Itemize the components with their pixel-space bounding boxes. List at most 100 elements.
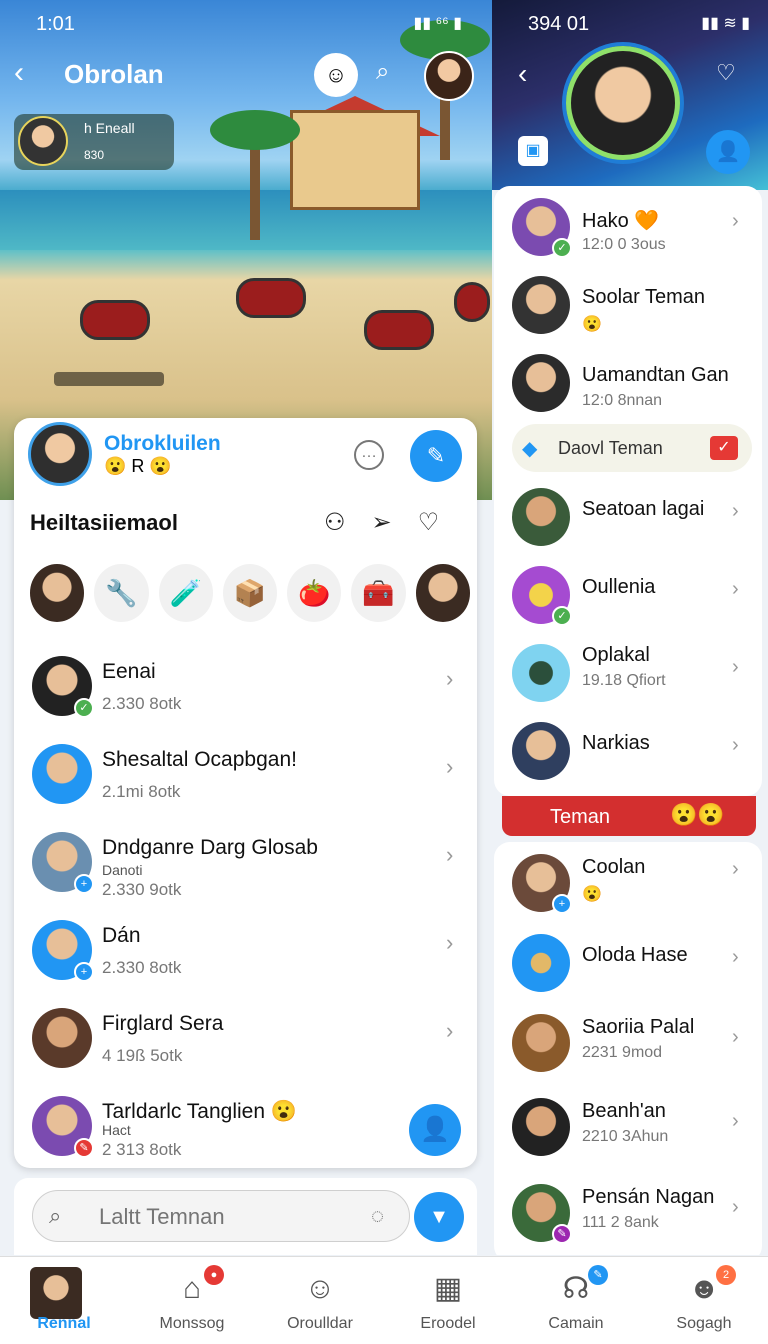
friends-card: ✓ Hako 🧡 12:0 0 3ous › Soolar Teman 😮 Ua… (494, 186, 762, 796)
chat-avatar[interactable] (28, 422, 92, 486)
status-time: 394 01 (528, 13, 590, 35)
profile-avatar[interactable] (566, 46, 680, 160)
nav-item-oroulldar[interactable]: ☺ Oroulldar (256, 1257, 384, 1344)
hud-player-score: 830 (84, 148, 105, 162)
search-icon[interactable]: ⌕ (376, 58, 410, 92)
list-item[interactable]: Uamandtan Gan 12:0 8nnan (494, 342, 762, 420)
story-item[interactable]: 🔧 (94, 564, 149, 622)
more-icon[interactable]: … (354, 440, 384, 470)
list-item[interactable]: Saoriia Palal 2231 9mod › (494, 1002, 762, 1086)
chevron-right-icon: › (732, 946, 739, 968)
contact-meta: 2.330 8otk (102, 958, 182, 977)
section-actions: ⚇ ➢ ♡ (324, 508, 439, 537)
avatar[interactable] (424, 51, 474, 101)
contact-name: Dndganre Darg Glosab (102, 836, 318, 859)
notification-badge: ✎ (588, 1265, 608, 1285)
list-item[interactable]: Soolar Teman 😮 (494, 264, 762, 342)
search-field[interactable]: ⌕ ◌ (32, 1190, 410, 1242)
list-item[interactable]: Oloda Hase › (494, 922, 762, 1002)
avatar (512, 276, 570, 334)
list-item[interactable]: ✓ Eenai 2.330 8otk › (14, 648, 477, 736)
nav-label: Camain (548, 1315, 604, 1332)
list-item[interactable]: Seatoan lagai › (494, 476, 762, 554)
list-item[interactable]: Narkias › (494, 710, 762, 788)
list-item[interactable]: ✓ Hako 🧡 12:0 0 3ous › (494, 186, 762, 264)
list-item[interactable]: ✓ Oullenia › (494, 554, 762, 632)
profile-button[interactable]: 👤 (706, 130, 750, 174)
list-item[interactable]: + Dndganre Darg Glosab Danoti 2.330 9otk… (14, 824, 477, 912)
contact-meta: 2.1mi 8otk (102, 782, 181, 801)
chevron-right-icon: › (732, 1110, 739, 1132)
palm-leaves (210, 110, 300, 150)
friend-meta: 😮 (582, 316, 602, 333)
nav-label: Rennal (37, 1315, 91, 1332)
list-item[interactable]: Oplakal 19.18 Qfiort › (494, 632, 762, 710)
friend-name: Saoriia Palal (582, 1016, 695, 1038)
nav-item-monssog[interactable]: ⌂ ● Monssog (128, 1257, 256, 1344)
nav-item-sogagh[interactable]: ☻ 2 Sogagh (640, 1257, 768, 1344)
hud-player-name: h Eneall (84, 120, 135, 136)
list-item[interactable]: + Coolan 😮 › (494, 842, 762, 922)
story-item[interactable] (30, 564, 85, 622)
navigate-icon[interactable]: ➢ (372, 508, 392, 537)
calendar-icon[interactable]: ▣ (518, 136, 548, 166)
contact-meta: 2.330 9otk (102, 880, 182, 899)
heart-icon[interactable]: ♡ (418, 508, 440, 537)
notification-badge: 2 (716, 1265, 736, 1285)
compose-button[interactable]: ✎ (410, 430, 462, 482)
chat-bubble-icon[interactable]: ◌ (371, 1203, 384, 1229)
list-item[interactable]: Beanh'an 2210 3Ahun › (494, 1086, 762, 1172)
back-icon[interactable]: ‹ (518, 58, 527, 90)
list-item[interactable]: ✎ Tarldarlc Tanglien 😮 Hact 2 313 8otk (14, 1088, 477, 1176)
story-item[interactable]: 🧪 (158, 564, 213, 622)
nav-item-rennal[interactable]: Rennal (0, 1257, 128, 1344)
profile-header: 394 01 ▮▮ ≋ ▮ ‹ ♡ ▣ 👤 (492, 0, 768, 190)
status-bar: 1:01 ▮▮ ⁶⁶ ▮ (0, 0, 492, 48)
nav-item-camain[interactable]: ☊ ✎ Camain (512, 1257, 640, 1344)
friend-name: Soolar Teman (582, 286, 706, 308)
chevron-right-icon: › (446, 842, 454, 867)
list-item[interactable]: Firglard Sera 4 19ß 5otk › (14, 1000, 477, 1088)
group-chip[interactable]: ◆ Daovl Teman ✓ (512, 424, 752, 472)
add-user-button[interactable]: 👤 (409, 1104, 461, 1156)
page-title: Obrolan (64, 59, 164, 89)
friend-name: Seatoan lagai (582, 498, 705, 520)
avatar (512, 644, 570, 702)
story-item[interactable]: 🧰 (351, 564, 406, 622)
back-icon[interactable]: ‹ (14, 56, 48, 96)
list-item[interactable]: Shesaltal Ocapbgan! 2.1mi 8otk › (14, 736, 477, 824)
bot-icon[interactable]: ☺ (314, 53, 358, 97)
friend-meta: 2231 9mod (582, 1044, 663, 1061)
alert-badge-icon: ✎ (74, 1138, 94, 1158)
shared-badge-icon: + (74, 874, 94, 894)
contact-subtitle: Hact (102, 1122, 131, 1138)
online-badge-icon: ✓ (552, 606, 572, 626)
contact-name: Shesaltal Ocapbgan! (102, 748, 297, 771)
hud-player-card[interactable]: h Eneall 830 (14, 114, 174, 170)
group-icon: ◆ (522, 438, 538, 460)
chat-pane: h Eneall 830 1:01 ▮▮ ⁶⁶ ▮ ‹ Obrolan ☺ ⌕ … (0, 0, 492, 1255)
friends-card-secondary: + Coolan 😮 › Oloda Hase › Saoriia Palal … (494, 842, 762, 1255)
friend-name: Coolan (582, 856, 646, 878)
list-item[interactable]: + Dán 2.330 8otk › (14, 912, 477, 1000)
friends-section-header[interactable]: Teman 😮😮 (502, 796, 756, 836)
scooter-icon[interactable]: ⚇ (324, 508, 346, 537)
search-input[interactable] (99, 1203, 349, 1231)
nav-item-eroodel[interactable]: ▦ Eroodel (384, 1257, 512, 1344)
bottom-nav: Rennal ⌂ ● Monssog ☺ Oroulldar ▦ Eroodel… (0, 1256, 768, 1344)
story-item[interactable] (415, 564, 470, 622)
list-item[interactable]: ✎ Pensán Nagan 111 2 8ank › (494, 1172, 762, 1255)
contact-meta: 2 313 8otk (102, 1140, 182, 1159)
friends-section-emojis: 😮😮 (670, 802, 725, 827)
contact-name: Eenai (102, 660, 156, 683)
status-time: 1:01 (36, 13, 75, 35)
check-icon[interactable]: ✓ (710, 436, 738, 460)
chevron-right-icon: › (732, 1196, 739, 1218)
story-item[interactable]: 🍅 (287, 564, 342, 622)
chat-name[interactable]: Obrokluilen (104, 432, 221, 456)
heart-icon[interactable]: ♡ (716, 60, 736, 86)
motorbike (236, 278, 306, 318)
bookmark-button[interactable]: ▼ (414, 1192, 464, 1242)
group-label: Daovl Teman (558, 438, 663, 458)
story-item[interactable]: 📦 (222, 564, 278, 622)
